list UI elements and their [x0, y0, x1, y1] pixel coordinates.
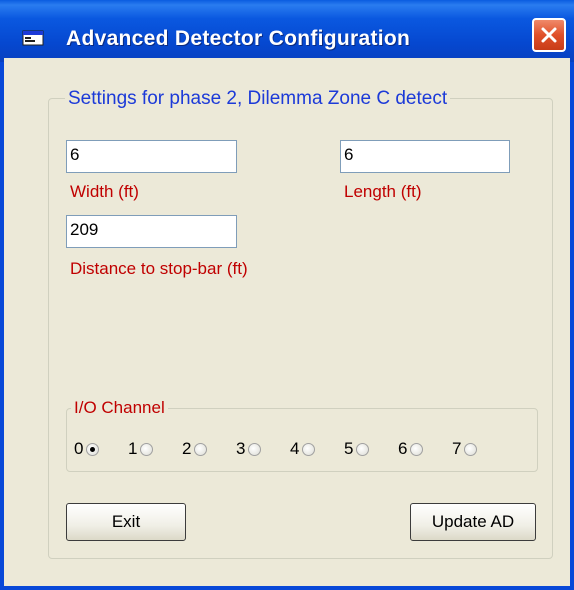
- radio-button[interactable]: [410, 442, 424, 456]
- close-button[interactable]: [532, 18, 566, 52]
- radio-button[interactable]: [464, 442, 478, 456]
- io-channel-option-3[interactable]: 3: [236, 437, 262, 461]
- io-channel-option-4[interactable]: 4: [290, 437, 316, 461]
- title-bar[interactable]: Advanced Detector Configuration: [0, 0, 574, 62]
- io-channel-title: I/O Channel: [71, 398, 168, 418]
- distance-input[interactable]: 209: [66, 215, 237, 248]
- io-channel-option-1[interactable]: 1: [128, 437, 154, 461]
- radio-button[interactable]: [302, 442, 316, 456]
- app-window-icon: [22, 30, 44, 46]
- radio-button-selected[interactable]: [86, 442, 100, 456]
- radio-button[interactable]: [248, 442, 262, 456]
- radio-button[interactable]: [356, 442, 370, 456]
- io-channel-option-2[interactable]: 2: [182, 437, 208, 461]
- io-channel-option-7[interactable]: 7: [452, 437, 478, 461]
- distance-label: Distance to stop-bar (ft): [70, 259, 248, 278]
- io-channel-option-6[interactable]: 6: [398, 437, 424, 461]
- io-channel-option-5[interactable]: 5: [344, 437, 370, 461]
- exit-button[interactable]: Exit: [66, 503, 186, 541]
- radio-button[interactable]: [140, 442, 154, 456]
- width-label: Width (ft): [70, 182, 139, 201]
- length-input[interactable]: 6: [340, 140, 510, 173]
- length-label: Length (ft): [344, 182, 422, 201]
- width-input[interactable]: 6: [66, 140, 237, 173]
- radio-button[interactable]: [194, 442, 208, 456]
- io-channel-option-0[interactable]: 0: [74, 437, 100, 461]
- settings-group-title: Settings for phase 2, Dilemma Zone C det…: [65, 88, 451, 110]
- window-title: Advanced Detector Configuration: [66, 27, 411, 50]
- dialog-window: Advanced Detector Configuration Settings…: [0, 0, 574, 590]
- close-x-icon: [541, 27, 557, 43]
- update-ad-button[interactable]: Update AD: [410, 503, 536, 541]
